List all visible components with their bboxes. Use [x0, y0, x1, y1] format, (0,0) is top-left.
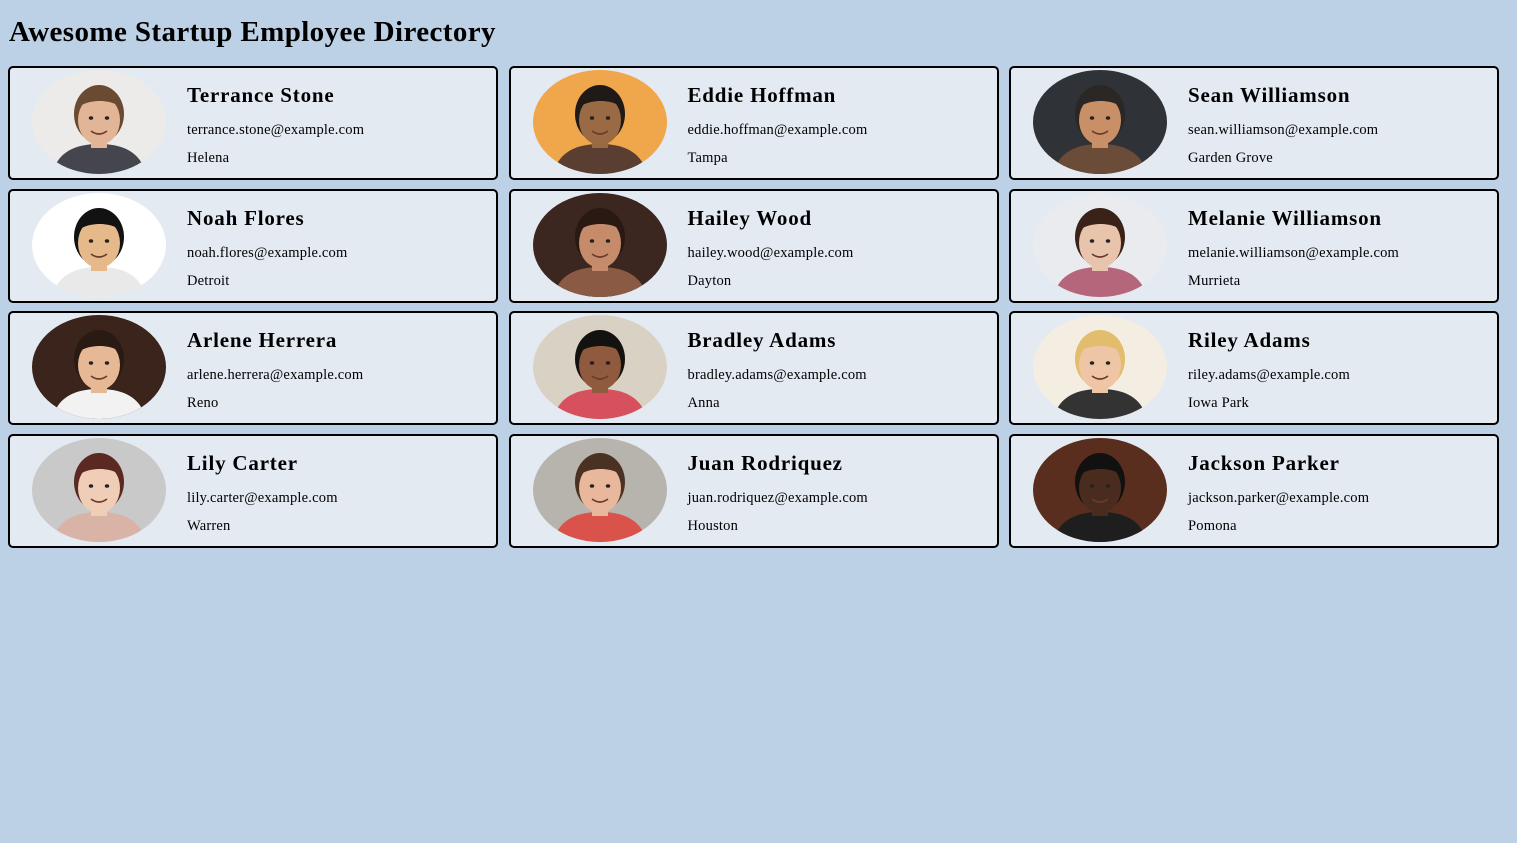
employee-name: Eddie Hoffman: [687, 83, 837, 107]
employee-photo: [32, 438, 166, 543]
employee-name: Bradley Adams: [687, 328, 837, 353]
employee-city: Detroit: [187, 272, 230, 289]
employee-name: Juan Rodriquez: [687, 451, 843, 476]
employee-name: Sean Williamson: [1188, 83, 1351, 107]
employee-city: Garden Grove: [1188, 150, 1273, 166]
employee-name: Noah Flores: [187, 205, 305, 230]
employee-card[interactable]: Terrance Stone terrance.stone@example.com…: [8, 66, 498, 180]
employee-email: sean.williamson@example.com: [1188, 122, 1379, 138]
employee-photo: [1033, 315, 1167, 420]
employee-email: melanie.williamson@example.com: [1188, 244, 1400, 261]
employee-email: arlene.herrera@example.com: [187, 367, 364, 384]
employee-card[interactable]: Melanie Williamson melanie.williamson@exa…: [1009, 188, 1499, 303]
employee-email: hailey.wood@example.com: [687, 244, 854, 261]
employee-card[interactable]: Riley Adams riley.adams@example.com Iowa P…: [1009, 311, 1499, 426]
employee-city: Warren: [187, 518, 231, 535]
employee-city: Murrieta: [1188, 272, 1241, 289]
employee-city: Dayton: [687, 272, 732, 289]
employee-email: noah.flores@example.com: [187, 244, 348, 261]
employee-photo: [532, 315, 667, 420]
employee-card[interactable]: Sean Williamson sean.williamson@example.c…: [1009, 66, 1499, 180]
employee-card[interactable]: Lily Carter lily.carter@example.com Warren: [8, 434, 498, 549]
employee-photo: [1033, 438, 1167, 543]
employee-card[interactable]: Hailey Wood hailey.wood@example.com Dayton: [508, 188, 999, 303]
employee-email: eddie.hoffman@example.com: [687, 122, 868, 138]
employee-email: riley.adams@example.com: [1188, 367, 1350, 384]
employee-photo: [1033, 192, 1167, 297]
employee-city: Tampa: [687, 150, 728, 166]
employee-email: bradley.adams@example.com: [687, 367, 867, 384]
employee-city: Reno: [187, 395, 219, 412]
employee-name: Arlene Herrera: [187, 328, 338, 353]
employee-city: Anna: [687, 395, 720, 412]
employee-name: Hailey Wood: [687, 205, 813, 230]
employee-city: Helena: [187, 150, 230, 166]
employee-photo: [532, 70, 667, 174]
employee-card[interactable]: Arlene Herrera arlene.herrera@example.com…: [8, 311, 498, 426]
employee-name: Melanie Williamson: [1188, 205, 1382, 230]
employee-email: terrance.stone@example.com: [187, 122, 365, 138]
page-title: Awesome Startup Employee Directory: [9, 16, 496, 48]
employee-photo: [32, 70, 166, 174]
employee-card[interactable]: Juan Rodriquez juan.rodriquez@example.com…: [508, 434, 999, 549]
employee-card[interactable]: Jackson Parker jackson.parker@example.com…: [1009, 434, 1499, 549]
employee-photo: [32, 315, 166, 420]
employee-email: lily.carter@example.com: [187, 490, 338, 507]
employee-name: Riley Adams: [1188, 328, 1311, 353]
employee-name: Lily Carter: [187, 451, 298, 476]
employee-photo: [1033, 70, 1167, 174]
employee-city: Pomona: [1188, 518, 1237, 535]
employee-name: Jackson Parker: [1188, 451, 1340, 476]
employee-city: Iowa Park: [1188, 395, 1249, 412]
employee-email: jackson.parker@example.com: [1188, 490, 1370, 507]
employee-card[interactable]: Bradley Adams bradley.adams@example.com An…: [508, 311, 999, 426]
employee-grid: Terrance Stone terrance.stone@example.com…: [8, 66, 1499, 549]
employee-email: juan.rodriquez@example.com: [687, 490, 868, 507]
employee-photo: [532, 438, 667, 543]
employee-card[interactable]: Noah Flores noah.flores@example.com Detroi…: [8, 188, 498, 303]
employee-name: Terrance Stone: [187, 83, 335, 107]
employee-city: Houston: [687, 518, 739, 535]
employee-card[interactable]: Eddie Hoffman eddie.hoffman@example.com Ta…: [508, 66, 999, 180]
employee-photo: [32, 192, 166, 297]
employee-photo: [532, 192, 667, 297]
